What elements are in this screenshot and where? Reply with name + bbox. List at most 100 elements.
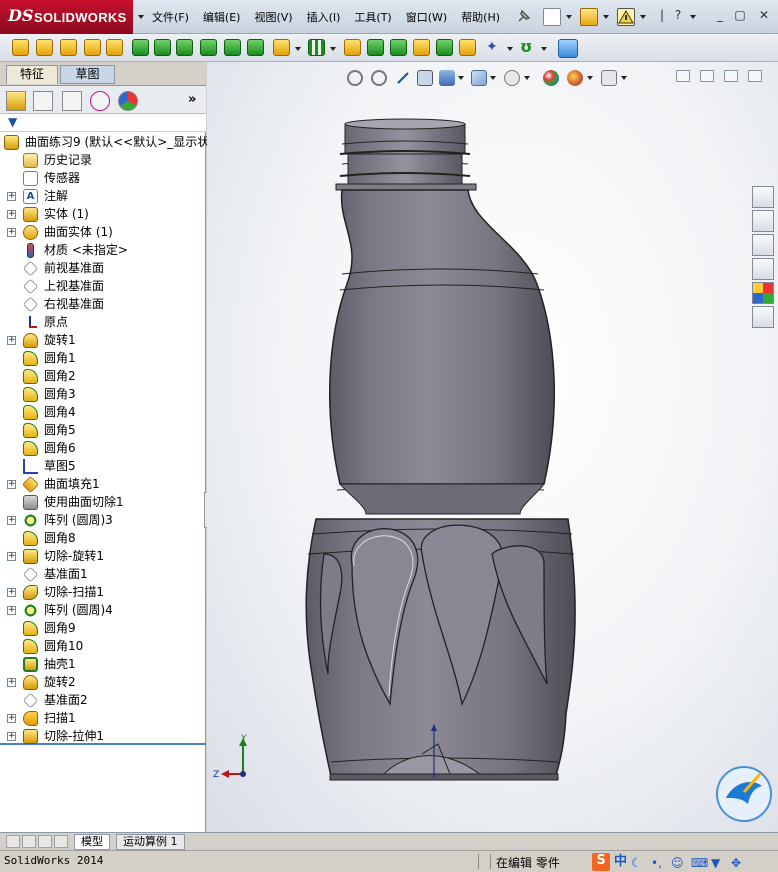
next-tab-icon[interactable] bbox=[38, 835, 52, 848]
tree-item[interactable]: 基准面2 bbox=[0, 691, 206, 709]
annotation-dropdown-icon[interactable] bbox=[458, 76, 464, 80]
menu-edit[interactable]: 编辑(E) bbox=[203, 9, 249, 25]
help-icon[interactable]: ? bbox=[670, 9, 686, 23]
zoom-to-fit-icon[interactable] bbox=[347, 70, 363, 86]
linear-pattern-icon[interactable] bbox=[308, 39, 325, 56]
fillet-dropdown-icon[interactable] bbox=[295, 47, 301, 51]
solidworks-resources-icon[interactable] bbox=[752, 186, 774, 208]
help-dropdown-icon[interactable] bbox=[690, 15, 696, 19]
open-folder-icon[interactable] bbox=[580, 8, 598, 26]
filter-icon[interactable]: ▼ bbox=[8, 115, 17, 129]
scene-dropdown-icon[interactable] bbox=[587, 76, 593, 80]
tree-item[interactable]: 圆角6 bbox=[0, 439, 206, 457]
tree-item[interactable]: + 曲面填充1 bbox=[0, 475, 206, 493]
emoji-icon[interactable]: ☺ bbox=[671, 855, 687, 870]
menu-window[interactable]: 窗口(W) bbox=[406, 9, 455, 25]
rib-icon[interactable] bbox=[344, 39, 361, 56]
close-button[interactable]: ✕ bbox=[756, 9, 772, 23]
display-manager-icon[interactable] bbox=[118, 91, 138, 111]
restore-button[interactable]: ▢ bbox=[732, 9, 748, 23]
tree-item[interactable]: 圆角8 bbox=[0, 529, 206, 547]
sogou-logo-icon[interactable]: S bbox=[592, 853, 610, 871]
expand-plus-icon[interactable]: + bbox=[7, 714, 16, 723]
tab-motion-study[interactable]: 运动算例 1 bbox=[116, 834, 185, 850]
tree-item[interactable]: 原点 bbox=[0, 313, 206, 331]
feature-manager-icon[interactable] bbox=[6, 91, 26, 111]
tree-item[interactable]: 圆角10 bbox=[0, 637, 206, 655]
expand-plus-icon[interactable]: + bbox=[7, 516, 16, 525]
reference-dropdown-icon[interactable] bbox=[507, 47, 513, 51]
edit-appearance-icon[interactable] bbox=[543, 70, 559, 86]
appearances-scenes-icon[interactable] bbox=[752, 282, 774, 304]
tree-item[interactable]: 传感器 bbox=[0, 169, 206, 187]
open-dropdown-icon[interactable] bbox=[603, 15, 609, 19]
view-settings-dropdown-icon[interactable] bbox=[621, 76, 627, 80]
tree-item[interactable]: 使用曲面切除1 bbox=[0, 493, 206, 511]
design-library-icon[interactable] bbox=[752, 210, 774, 232]
hole-wizard-icon[interactable] bbox=[154, 39, 171, 56]
expand-plus-icon[interactable]: + bbox=[7, 192, 16, 201]
minimize-button[interactable]: _ bbox=[712, 9, 728, 23]
reference-geometry-icon[interactable]: ✦ bbox=[486, 39, 503, 56]
previous-view-icon[interactable] bbox=[395, 70, 411, 86]
prev-tab-icon[interactable] bbox=[22, 835, 36, 848]
apply-scene-icon[interactable] bbox=[567, 70, 583, 86]
last-tab-icon[interactable] bbox=[54, 835, 68, 848]
intersect-icon[interactable] bbox=[436, 39, 453, 56]
menu-file[interactable]: 文件(F) bbox=[152, 9, 197, 25]
tree-item[interactable]: + 阵列 (圆周)4 bbox=[0, 601, 206, 619]
ime-language-toggle[interactable]: 中 bbox=[614, 854, 627, 870]
tree-item[interactable]: + 实体 (1) bbox=[0, 205, 206, 223]
keyboard-icon[interactable]: ⌨ bbox=[691, 855, 708, 870]
pattern-dropdown-icon[interactable] bbox=[330, 47, 336, 51]
menu-tools[interactable]: 工具(T) bbox=[354, 9, 399, 25]
tree-item[interactable]: 圆角5 bbox=[0, 421, 206, 439]
tree-item[interactable]: + 切除-拉伸1 bbox=[0, 727, 206, 745]
graphics-area[interactable]: Y Z bbox=[207, 62, 778, 832]
pin-icon[interactable] bbox=[516, 8, 532, 26]
display-style-dropdown-icon[interactable] bbox=[524, 76, 530, 80]
boundary-boss-icon[interactable] bbox=[106, 39, 123, 56]
tree-item[interactable]: + 切除-扫描1 bbox=[0, 583, 206, 601]
dimxpert-manager-icon[interactable] bbox=[90, 91, 110, 111]
tree-item[interactable]: + 旋转2 bbox=[0, 673, 206, 691]
solidworks-logo[interactable]: DS SOLIDWORKS bbox=[0, 0, 133, 34]
tree-item[interactable]: 抽壳1 bbox=[0, 655, 206, 673]
expand-plus-icon[interactable]: + bbox=[7, 588, 16, 597]
zoom-to-area-icon[interactable] bbox=[371, 70, 387, 86]
tab-features[interactable]: 特征 bbox=[6, 65, 58, 84]
tree-item[interactable]: + A 注解 bbox=[0, 187, 206, 205]
viewport-restore-icon[interactable] bbox=[724, 70, 738, 82]
mirror-icon[interactable] bbox=[459, 39, 476, 56]
expand-plus-icon[interactable]: + bbox=[7, 228, 16, 237]
filter-row[interactable]: ▼ bbox=[0, 114, 206, 132]
tab-model[interactable]: 模型 bbox=[74, 834, 110, 850]
viewport-close-icon[interactable] bbox=[748, 70, 762, 82]
lofted-cut-icon[interactable] bbox=[224, 39, 241, 56]
logo-dropdown-arrow-icon[interactable] bbox=[138, 15, 144, 19]
dynamic-annotation-icon[interactable] bbox=[439, 70, 455, 86]
expand-plus-icon[interactable]: + bbox=[7, 480, 16, 489]
punctuation-icon[interactable]: •, bbox=[651, 855, 667, 870]
tree-item[interactable]: + 切除-旋转1 bbox=[0, 547, 206, 565]
new-dropdown-icon[interactable] bbox=[566, 15, 572, 19]
fillet-icon[interactable] bbox=[273, 39, 290, 56]
viewport-minimize-icon[interactable] bbox=[700, 70, 714, 82]
tree-item[interactable]: + 旋转1 bbox=[0, 331, 206, 349]
file-explorer-icon[interactable] bbox=[752, 234, 774, 256]
boundary-cut-icon[interactable] bbox=[247, 39, 264, 56]
tree-item[interactable]: + 曲面实体 (1) bbox=[0, 223, 206, 241]
toolbox-icon[interactable]: ✥ bbox=[731, 855, 747, 870]
tree-item[interactable]: + 阵列 (圆周)3 bbox=[0, 511, 206, 529]
bottle-model[interactable] bbox=[282, 114, 582, 784]
menu-insert[interactable]: 插入(I) bbox=[307, 9, 349, 25]
menu-view[interactable]: 视图(V) bbox=[254, 9, 300, 25]
swept-cut-icon[interactable] bbox=[200, 39, 217, 56]
orientation-dropdown-icon[interactable] bbox=[490, 76, 496, 80]
revolved-cut-icon[interactable] bbox=[176, 39, 193, 56]
tree-item[interactable]: 圆角9 bbox=[0, 619, 206, 637]
lofted-boss-icon[interactable] bbox=[84, 39, 101, 56]
tab-sketch[interactable]: 草图 bbox=[60, 65, 115, 84]
tree-item[interactable]: + 扫描1 bbox=[0, 709, 206, 727]
expand-plus-icon[interactable]: + bbox=[7, 336, 16, 345]
